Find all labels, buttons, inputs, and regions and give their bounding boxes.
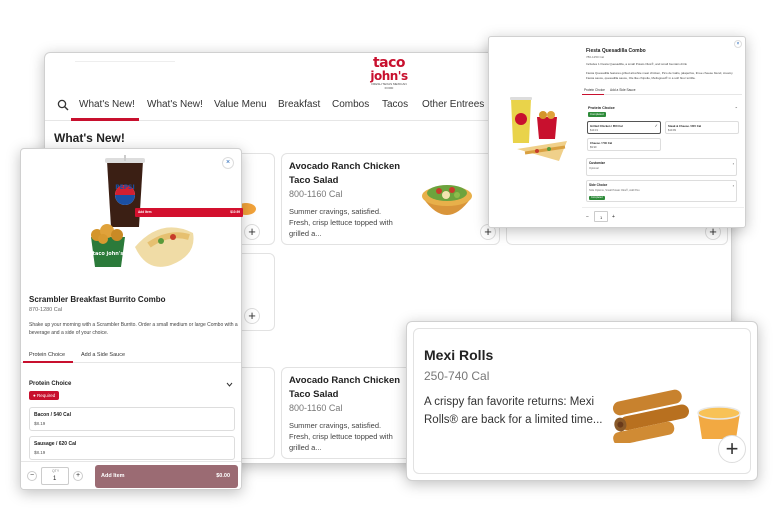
item-description: Summer cravings, satisfied. Fresh, crisp… [289,421,393,452]
active-tab-indicator [23,361,73,363]
item-subtitle: Includes 1 Fiesta Quesadilla, a small Po… [586,62,687,66]
search-icon[interactable] [57,99,69,111]
option-tabs: Protein Choice Add a Side Sauce [21,347,241,363]
side-choice-row[interactable]: Side Choice Side Options, Small Potato O… [586,180,737,202]
chevron-down-icon[interactable] [226,382,233,387]
item-name: Avocado Ranch Chicken Taco Salad [289,161,401,186]
protein-option[interactable]: Bacon / 540 Cal $8.19 [29,407,235,431]
modal-footer: − QTY 1 + Add Item $0.00 [21,461,241,489]
customize-row[interactable]: Customize Optional › [586,158,737,176]
tab-whats-new-2[interactable]: What's New! [147,99,203,110]
active-tab-indicator [71,118,139,121]
item-name: Mexi Rolls [424,347,494,363]
item-detail-modal: × PEPSI taco john's Scrambler Breakfast … [20,148,242,490]
item-title: Fiesta Quesadilla Combo [586,48,646,54]
quantity-stepper[interactable]: QTY 1 [41,467,69,485]
section-heading: Protein Choice [588,106,615,110]
item-description: Fiesta Quesadilla features grilled all-w… [586,71,733,80]
option-name: Bacon / 540 Cal [34,412,71,418]
mexi-rolls-image [612,389,741,443]
quantity-stepper[interactable]: 1 [594,211,608,222]
item-calories: 800-1160 Cal [289,403,343,413]
chevron-right-icon: › [732,161,734,166]
mexi-rolls-zoom: Mexi Rolls 250-740 Cal A crispy fan favo… [406,321,758,481]
completed-badge: Completed [589,196,605,200]
option-price: $8.19 [34,421,46,426]
option-name: Sausage / 620 Cal [34,441,77,447]
decrease-qty-button[interactable]: − [586,214,589,220]
tab-value-menu[interactable]: Value Menu [214,99,267,110]
taco-salad-image [422,185,472,215]
tab-side-sauce[interactable]: Add a Side Sauce [610,88,636,92]
item-calories: 780-1250 Cal [586,55,605,59]
tab-breakfast[interactable]: Breakfast [278,99,320,110]
check-icon: ✓ [654,123,658,128]
item-calories: 870-1280 Cal [29,307,63,313]
tab-combos[interactable]: Combos [332,99,369,110]
protein-option-selected[interactable]: Grilled Chicken / 850 Cal $10.19 ✓ [587,121,661,134]
section-heading: Protein Choice [29,381,72,387]
add-icon[interactable]: + [718,435,746,463]
add-item-button[interactable]: Add Item $0.00 [95,465,238,488]
item-description: Shake up your morning with a Scrambler B… [29,322,238,336]
item-calories: 250-740 Cal [424,369,490,383]
chevron-right-icon: › [732,183,734,188]
tab-other-entrees[interactable]: Other Entrees [422,99,484,110]
modal-footer: − 1 + [582,207,744,225]
cup-label: PEPSI [115,184,134,191]
item-description: A crispy fan favorite returns: Mexi Roll… [424,396,603,426]
header-divider [75,61,175,62]
tab-protein-choice[interactable]: Protein Choice [584,88,605,92]
bucket-label: taco john's [93,251,124,257]
increase-qty-button[interactable]: + [73,471,83,481]
close-icon[interactable]: × [734,40,742,48]
chevron-up-icon[interactable]: ⌃ [735,106,738,111]
protein-option[interactable]: Steak & Cheese / 815 Cal $10.99 [665,121,739,134]
decrease-qty-button[interactable]: − [27,471,37,481]
section-title: What's New! [54,131,125,145]
item-title: Scrambler Breakfast Burrito Combo [29,295,166,304]
item-name: Avocado Ranch Chicken Taco Salad [289,375,401,400]
tab-side-sauce[interactable]: Add a Side Sauce [81,352,125,358]
quesadilla-detail-modal: × Fiesta Quesadilla Combo 780-1250 Cal I… [488,36,746,228]
menu-card[interactable]: Avocado Ranch Chicken Taco Salad 800-116… [281,153,500,245]
increase-qty-button[interactable]: + [612,214,615,220]
completed-badge: Completed [588,112,606,117]
add-item-button[interactable]: Add Item $10.99 [135,208,243,217]
required-badge: ● Required [29,391,60,400]
add-icon[interactable]: + [244,308,260,324]
protein-option[interactable]: Sausage / 620 Cal $8.19 [29,436,235,460]
active-tab-indicator [582,94,604,95]
tab-protein-choice[interactable]: Protein Choice [29,352,65,358]
option-price: $8.19 [34,450,46,455]
taco-johns-logo[interactable]: taco john's FRESH TEXAS MEXICAN FOOD [369,56,409,90]
item-calories: 800-1160 Cal [289,189,343,199]
item-description: Summer cravings, satisfied. Fresh, crisp… [289,207,393,238]
tab-whats-new[interactable]: What's New! [79,99,135,110]
close-icon[interactable]: × [222,157,234,169]
tab-tacos[interactable]: Tacos [382,99,408,110]
option-tabs: Protein Choice Add a Side Sauce [582,87,742,95]
add-icon[interactable]: + [244,224,260,240]
protein-option[interactable]: Cheese / 740 Cal $9.99 [587,138,661,151]
menu-card[interactable]: Mexi Rolls 250-740 Cal A crispy fan favo… [413,328,751,474]
quesadilla-combo-image [510,97,567,161]
burrito-combo-image: PEPSI taco john's [91,155,194,267]
